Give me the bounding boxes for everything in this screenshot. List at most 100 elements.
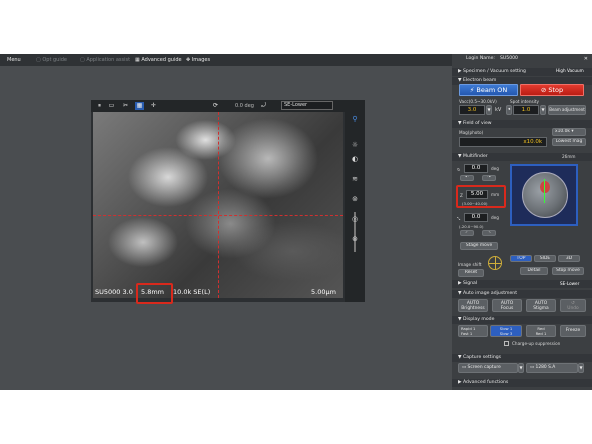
slow-scan-button[interactable]: Slow 1 Slow 3 — [490, 325, 522, 337]
stage-navigation-view[interactable] — [510, 164, 578, 226]
beam-adjustment-button[interactable]: Beam adjustment — [548, 105, 586, 115]
spot-field[interactable]: 1.0 — [513, 105, 539, 115]
auto-brightness-button[interactable]: AUTO Brightness — [458, 299, 488, 312]
menu-button[interactable]: Menu — [7, 54, 21, 66]
scale-bar-label: 5.00µm — [311, 288, 336, 296]
sem-application: Menu ▢ Opt guide ▢ Application assist ▦ … — [0, 54, 592, 390]
detector-select[interactable]: SE-Lower — [281, 101, 333, 110]
charge-up-label: Charge-up suppression — [512, 341, 561, 346]
advanced-guide-label: Advanced guide — [141, 57, 182, 63]
login-label: Login Name: — [466, 56, 495, 61]
capture-mode-select[interactable]: ▭ Screen capture — [458, 363, 518, 373]
crosshair-icon[interactable]: ✛ — [149, 102, 158, 110]
image-toolbar: ⏸ ▭ ✂ ▦ ✛ ⟳ 0.0 deg ⤾ SE-Lower — [91, 100, 365, 112]
stop-button[interactable]: ⊘ Stop — [520, 84, 584, 96]
capture-mode-dropdown[interactable]: ▼ — [518, 363, 524, 373]
capture-res-dropdown[interactable]: ▼ — [578, 363, 584, 373]
spot-dropdown[interactable]: ▼ — [540, 105, 546, 115]
r-field[interactable]: 0.0 — [464, 164, 488, 173]
wd-highlight — [136, 283, 173, 304]
vacc-unit: kV — [495, 107, 502, 113]
advanced-functions-header[interactable]: ▶ Advanced functions — [452, 379, 592, 387]
specimen-marker — [540, 181, 550, 193]
stop-move-button[interactable]: Stop move — [552, 267, 584, 275]
auto-focus-bottom: Focus — [500, 306, 514, 311]
vacc-dropdown[interactable]: ▼ — [486, 105, 492, 115]
advanced-guide-tab[interactable]: ▦ Advanced guide — [135, 54, 182, 66]
fine-focus-icon[interactable]: ◎ — [350, 214, 360, 224]
t-increase-button[interactable]: ⟍ — [482, 230, 496, 236]
screen-icon[interactable]: ▭ — [107, 102, 116, 110]
spot-decrease[interactable]: ◂ — [506, 105, 512, 115]
field-of-view-header[interactable]: ▼ Field of view — [452, 120, 592, 128]
spot-label: Spot intensity — [510, 99, 540, 104]
undo-button[interactable]: ↺ Undo — [560, 299, 586, 312]
mag-field[interactable]: x10.0k — [459, 137, 547, 147]
auto-focus-button[interactable]: AUTO Focus — [492, 299, 522, 312]
crosshair-vertical — [218, 112, 219, 298]
menu-bar: Menu ▢ Opt guide ▢ Application assist ▦ … — [0, 54, 452, 66]
specimen-holder-image — [522, 172, 568, 218]
grid-icon[interactable]: ▦ — [135, 102, 144, 110]
scissors-icon[interactable]: ✂ — [121, 102, 130, 110]
mag-detector: 10.0k SE(L) — [173, 288, 211, 296]
joystick-horizontal — [489, 263, 501, 264]
reduced-scan-button[interactable]: Red Red 1 — [526, 325, 556, 337]
images-tab[interactable]: ✥ Images — [186, 54, 210, 66]
capture-settings-header[interactable]: ▼ Capture settings — [452, 354, 592, 362]
charge-up-checkbox[interactable] — [504, 341, 509, 346]
field-of-view-label: Field of view — [463, 121, 492, 126]
t-decrease-button[interactable]: ⟋ — [460, 230, 474, 236]
auto-stigma-button[interactable]: AUTO Stigma — [526, 299, 556, 312]
mag-select[interactable]: x10.0k ▾ — [552, 128, 586, 136]
login-name: SU5000 — [500, 56, 518, 61]
t-field[interactable]: 0.0 — [464, 213, 488, 222]
sem-image-window: ⏸ ▭ ✂ ▦ ✛ ⟳ 0.0 deg ⤾ SE-Lower SU5000 3.… — [91, 100, 365, 302]
fast-label: Fast 1 — [461, 331, 473, 336]
reset-button[interactable]: Reset — [458, 269, 484, 277]
position-marker — [544, 179, 545, 203]
image-side-toolbar: ⚲ ☼ ◐ ≋ ⊚ ◎ ⊛ — [345, 112, 365, 302]
image-data-bar: SU5000 3.0 5.8mm 10.0k SE(L) 5.00µm — [93, 287, 343, 297]
lowest-mag-button[interactable]: Lowest mag — [552, 138, 586, 146]
rotate-icon[interactable]: ⟳ — [211, 102, 220, 110]
side-view-button[interactable]: SIDE — [534, 255, 556, 262]
pause-icon[interactable]: ⏸ — [95, 102, 104, 110]
specimen-vacuum-label: Specimen / Vacuum setting — [463, 69, 526, 74]
r-ccw-button[interactable]: ↶ — [460, 175, 474, 181]
vacc-field[interactable]: 3.0 — [459, 105, 485, 115]
sem-micrograph[interactable] — [93, 112, 343, 298]
application-assist-tab[interactable]: ▢ Application assist — [80, 54, 130, 66]
beam-on-button[interactable]: ⚡ Beam ON — [459, 84, 518, 96]
auto-adjust-header[interactable]: ▼ Auto image adjustment — [452, 290, 592, 298]
capture-res-select[interactable]: ▭ 1280 S.A — [526, 363, 578, 373]
stigma-icon[interactable]: ≋ — [350, 174, 360, 184]
advanced-functions-label: Advanced functions — [463, 380, 509, 385]
t-unit: deg — [491, 215, 499, 220]
contrast-icon[interactable]: ◐ — [350, 154, 360, 164]
application-assist-label: Application assist — [86, 57, 131, 63]
r-unit: deg — [491, 166, 499, 171]
capture-res-value: 1280 S.A — [535, 365, 556, 370]
freeze-button[interactable]: Freeze — [560, 325, 586, 337]
close-icon[interactable]: ✕ — [584, 56, 588, 62]
control-panel: Login Name: SU5000 ✕ ▶ Specimen / Vacuum… — [452, 54, 592, 390]
stigma-xy-icon[interactable]: ⊛ — [350, 234, 360, 244]
zoom-icon[interactable]: ⚲ — [350, 114, 360, 124]
opt-guide-label: Opt guide — [42, 57, 67, 63]
image-shift-label: Image shift — [458, 262, 482, 267]
stage-move-button[interactable]: Stage move — [460, 242, 498, 250]
brightness-icon[interactable]: ☼ — [350, 140, 360, 150]
image-shift-joystick[interactable] — [488, 256, 502, 270]
3d-view-button[interactable]: 3D — [558, 255, 580, 262]
rotate-step-icon[interactable]: ⤾ — [259, 102, 268, 110]
rapid-scan-button[interactable]: Rapid 1 Fast 1 — [458, 325, 488, 337]
auto-brightness-bottom: Brightness — [461, 306, 485, 311]
detail-button[interactable]: Detail — [520, 267, 548, 275]
r-cw-button[interactable]: ↷ — [482, 175, 496, 181]
focus-icon[interactable]: ⊚ — [350, 194, 360, 204]
opt-guide-tab[interactable]: ▢ Opt guide — [36, 54, 67, 66]
display-mode-header[interactable]: ▼ Display mode — [452, 316, 592, 324]
top-view-button[interactable]: TOP — [510, 255, 532, 262]
model-kv: SU5000 3.0 — [95, 288, 133, 296]
